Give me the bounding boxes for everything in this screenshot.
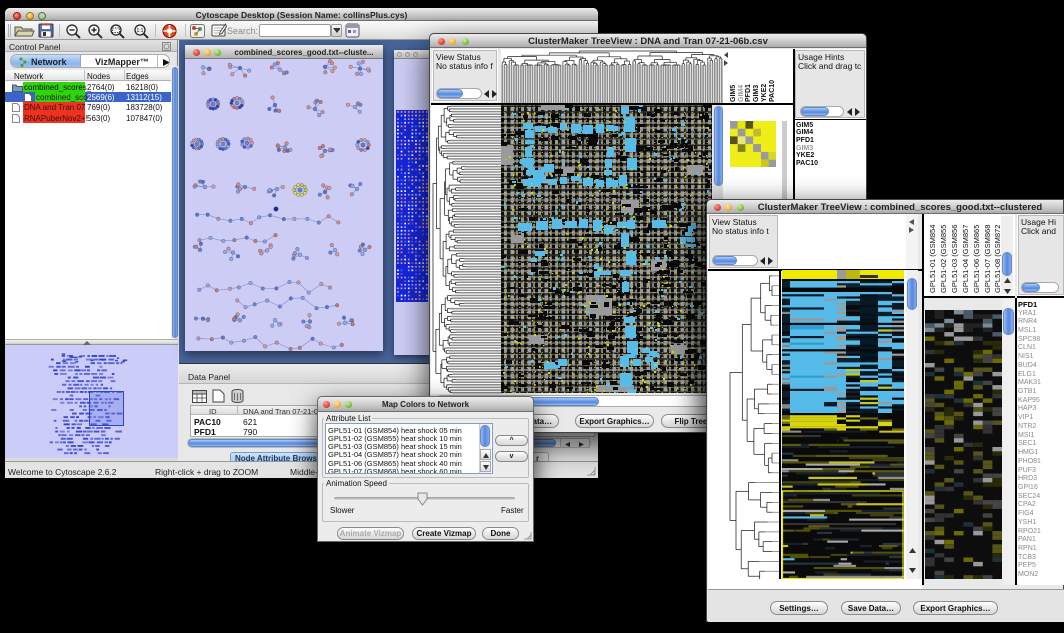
svg-text:1:1: 1:1 — [137, 28, 144, 34]
